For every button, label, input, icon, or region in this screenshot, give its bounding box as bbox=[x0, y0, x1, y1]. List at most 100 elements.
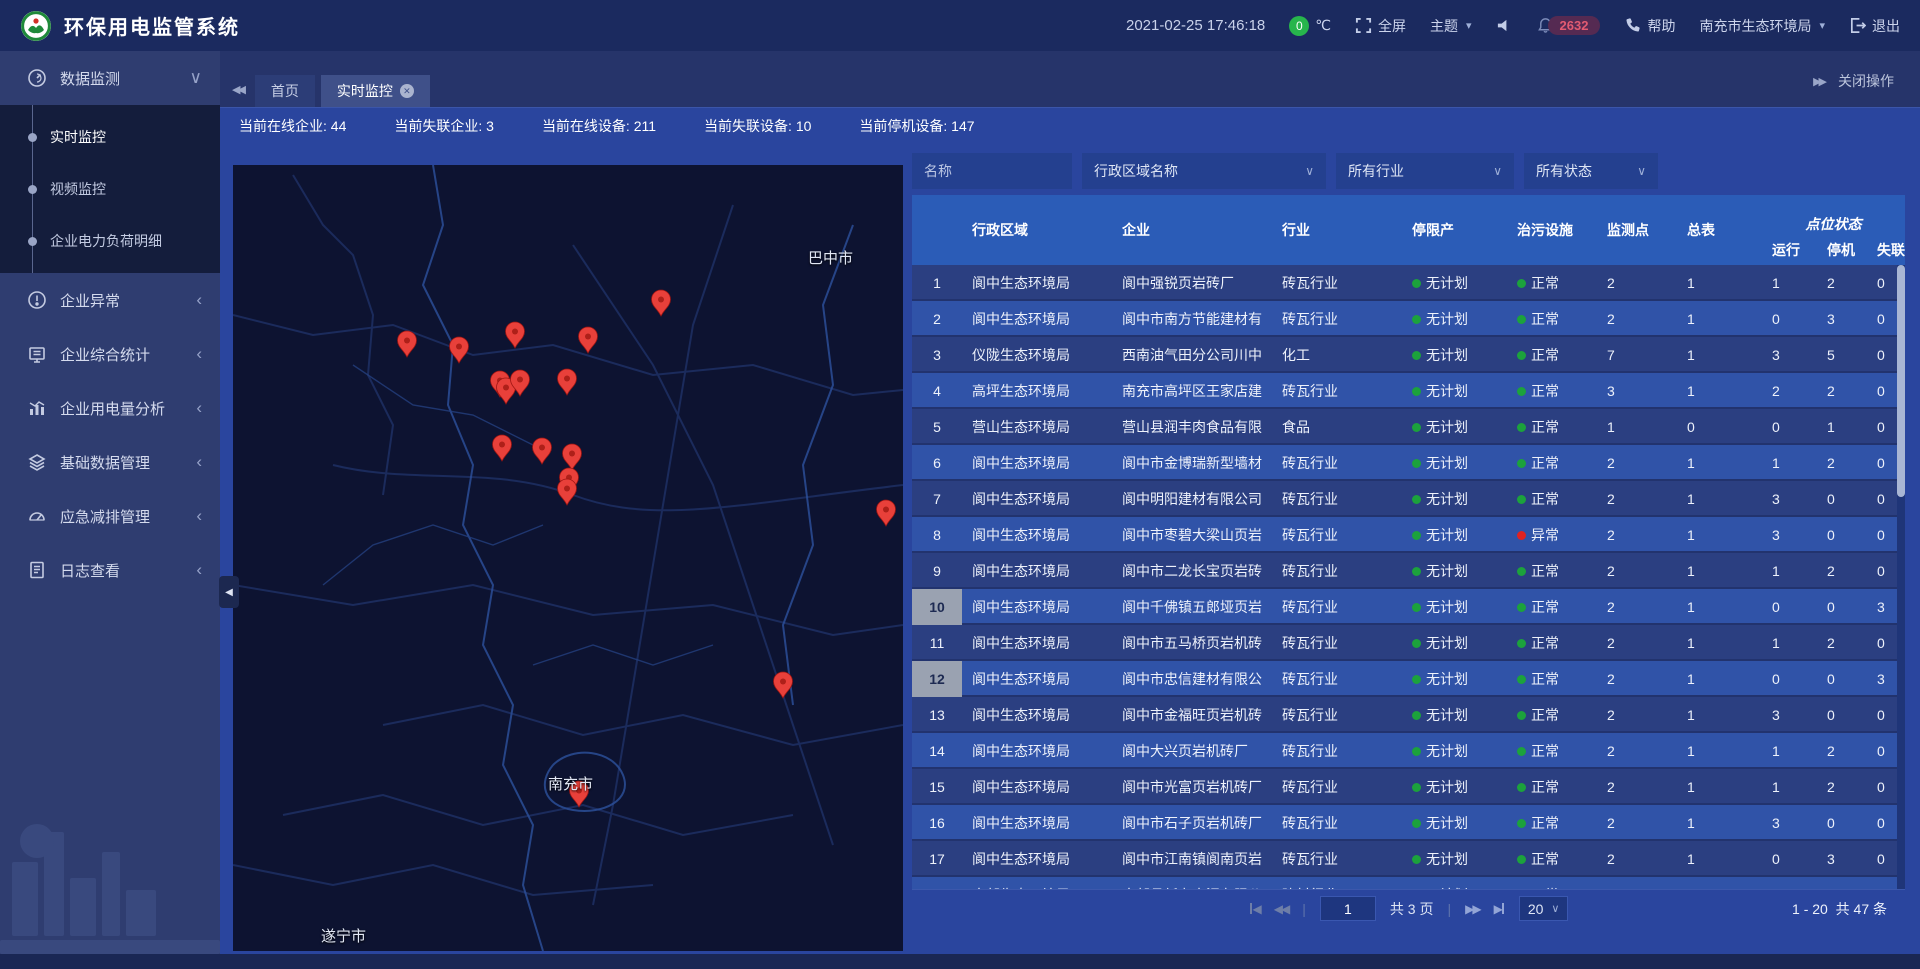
table-row[interactable]: 6 阆中生态环境局 阆中市金博瑞新型墙材 砖瓦行业 无计划 正常 2 1 1 2… bbox=[912, 445, 1905, 481]
close-operations-button[interactable]: ▶▶ 关闭操作 bbox=[1813, 71, 1894, 91]
region-select[interactable]: 行政区域名称∨ bbox=[1082, 153, 1326, 189]
map-pin-icon[interactable] bbox=[556, 478, 578, 506]
bullet-icon bbox=[28, 133, 37, 142]
table-row[interactable]: 8 阆中生态环境局 阆中市枣碧大梁山页岩 砖瓦行业 无计划 异常 2 1 3 0… bbox=[912, 517, 1905, 553]
cell-limit: 无计划 bbox=[1402, 525, 1507, 545]
first-page-button[interactable]: ◀ bbox=[1249, 902, 1260, 916]
table-scrollbar[interactable] bbox=[1897, 265, 1905, 889]
next-page-button[interactable]: ▶▶ bbox=[1465, 902, 1479, 916]
dial-icon bbox=[27, 506, 47, 526]
cell-industry: 砖瓦行业 bbox=[1272, 309, 1402, 329]
map-panel[interactable]: 巴中市南充市遂宁市 bbox=[233, 165, 903, 951]
sidebar-item-应急减排管理[interactable]: 应急减排管理 ‹ bbox=[0, 489, 220, 543]
map-pin-icon[interactable] bbox=[556, 368, 578, 396]
table-row[interactable]: 14 阆中生态环境局 阆中大兴页岩机砖厂 砖瓦行业 无计划 正常 2 1 1 2… bbox=[912, 733, 1905, 769]
map-pin-icon[interactable] bbox=[577, 326, 599, 354]
sidebar-subitem-实时监控[interactable]: 实时监控 bbox=[0, 111, 220, 163]
fullscreen-icon bbox=[1355, 17, 1372, 34]
map-pin-icon[interactable] bbox=[509, 369, 531, 397]
fullscreen-button[interactable]: 全屏 bbox=[1355, 16, 1406, 36]
filter-bar: 行政区域名称∨ 所有行业∨ 所有状态∨ bbox=[912, 153, 1905, 189]
tabs-scroll-left-icon[interactable]: ◀◀ bbox=[232, 83, 243, 96]
cell-facility: 正常 bbox=[1507, 705, 1597, 725]
industry-select[interactable]: 所有行业∨ bbox=[1336, 153, 1514, 189]
cell-limit: 无计划 bbox=[1402, 813, 1507, 833]
sidebar-item-日志查看[interactable]: 日志查看 ‹ bbox=[0, 543, 220, 597]
cell-region: 阆中生态环境局 bbox=[962, 633, 1112, 653]
notifications[interactable]: 2632 bbox=[1537, 16, 1601, 35]
table-row[interactable]: 1 阆中生态环境局 阆中强锐页岩砖厂 砖瓦行业 无计划 正常 2 1 1 2 0 bbox=[912, 265, 1905, 301]
table-row[interactable]: 5 营山生态环境局 营山县润丰肉食品有限 食品 无计划 正常 1 0 0 1 0 bbox=[912, 409, 1905, 445]
status-select[interactable]: 所有状态∨ bbox=[1524, 153, 1658, 189]
map-pin-icon[interactable] bbox=[772, 671, 794, 699]
table-row[interactable]: 12 阆中生态环境局 阆中市忠信建材有限公 砖瓦行业 无计划 正常 2 1 0 … bbox=[912, 661, 1905, 697]
sidebar-item-label: 企业用电量分析 bbox=[60, 398, 165, 419]
sidebar-item-企业异常[interactable]: 企业异常 ‹ bbox=[0, 273, 220, 327]
cell-region: 阆中生态环境局 bbox=[962, 273, 1112, 293]
theme-button[interactable]: 主题▾ bbox=[1430, 16, 1472, 36]
record-range-label: 1 - 20 共 47 条 bbox=[1792, 899, 1887, 919]
cell-company: 阆中市江南镇阆南页岩 bbox=[1112, 849, 1272, 869]
table-row[interactable]: 10 阆中生态环境局 阆中千佛镇五郎垭页岩 砖瓦行业 无计划 正常 2 1 0 … bbox=[912, 589, 1905, 625]
cell-points: 2 bbox=[1597, 491, 1677, 507]
map-pin-icon[interactable] bbox=[650, 289, 672, 317]
last-page-button[interactable]: ▶ bbox=[1494, 902, 1505, 916]
help-button[interactable]: 帮助 bbox=[1624, 16, 1675, 36]
sidebar-item-label: 企业综合统计 bbox=[60, 344, 150, 365]
sidebar-item-数据监测[interactable]: 数据监测 ∨ bbox=[0, 51, 220, 105]
table-row[interactable]: 15 阆中生态环境局 阆中市光富页岩机砖厂 砖瓦行业 无计划 正常 2 1 1 … bbox=[912, 769, 1905, 805]
table-row[interactable]: 3 仪陇生态环境局 西南油气田分公司川中 化工 无计划 正常 7 1 3 5 0 bbox=[912, 337, 1905, 373]
mute-button[interactable] bbox=[1496, 17, 1513, 34]
map-pin-icon[interactable] bbox=[531, 437, 553, 465]
table-row[interactable]: 17 阆中生态环境局 阆中市江南镇阆南页岩 砖瓦行业 无计划 正常 2 1 0 … bbox=[912, 841, 1905, 877]
sidebar-subitem-视频监控[interactable]: 视频监控 bbox=[0, 163, 220, 215]
status-dot-icon bbox=[1517, 351, 1526, 360]
cell-facility: 正常 bbox=[1507, 273, 1597, 293]
table-row[interactable]: 18 南部生态环境局 南部县新力水泥有限公 建材行业 无计划 正常 2 1 0 … bbox=[912, 877, 1905, 889]
cell-limit: 无计划 bbox=[1402, 381, 1507, 401]
app-logo-icon bbox=[20, 10, 52, 42]
map-pin-icon[interactable] bbox=[396, 330, 418, 358]
table-row[interactable]: 9 阆中生态环境局 阆中市二龙长宝页岩砖 砖瓦行业 无计划 正常 2 1 1 2… bbox=[912, 553, 1905, 589]
table-row[interactable]: 7 阆中生态环境局 阆中明阳建材有限公司 砖瓦行业 无计划 正常 2 1 3 0… bbox=[912, 481, 1905, 517]
cell-run: 0 bbox=[1762, 851, 1817, 867]
cell-stop: 2 bbox=[1817, 563, 1867, 579]
page-size-select[interactable]: 20∨ bbox=[1519, 896, 1569, 921]
chevron-down-icon: ▾ bbox=[1819, 19, 1825, 32]
cell-run: 3 bbox=[1762, 815, 1817, 831]
cell-facility: 正常 bbox=[1507, 633, 1597, 653]
cell-facility: 正常 bbox=[1507, 381, 1597, 401]
row-index: 9 bbox=[912, 553, 962, 589]
map-pin-icon[interactable] bbox=[504, 321, 526, 349]
tab-实时监控[interactable]: 实时监控✕ bbox=[321, 75, 430, 107]
table-row[interactable]: 16 阆中生态环境局 阆中市石子页岩机砖厂 砖瓦行业 无计划 正常 2 1 3 … bbox=[912, 805, 1905, 841]
name-search-input[interactable] bbox=[912, 153, 1072, 189]
tab-close-icon[interactable]: ✕ bbox=[400, 84, 414, 98]
logout-button[interactable]: 退出 bbox=[1849, 16, 1900, 36]
table-row[interactable]: 11 阆中生态环境局 阆中市五马桥页岩机砖 砖瓦行业 无计划 正常 2 1 1 … bbox=[912, 625, 1905, 661]
map-pin-icon[interactable] bbox=[491, 434, 513, 462]
table-row[interactable]: 2 阆中生态环境局 阆中市南方节能建材有 砖瓦行业 无计划 正常 2 1 0 3… bbox=[912, 301, 1905, 337]
cell-points: 2 bbox=[1597, 311, 1677, 327]
map-pin-icon[interactable] bbox=[448, 336, 470, 364]
sidebar-item-基础数据管理[interactable]: 基础数据管理 ‹ bbox=[0, 435, 220, 489]
chevron-down-icon: ∨ bbox=[1637, 164, 1646, 178]
tab-首页[interactable]: 首页 bbox=[255, 75, 315, 107]
cell-stop: 0 bbox=[1817, 707, 1867, 723]
status-dot-icon bbox=[1412, 423, 1421, 432]
sidebar-collapse-handle[interactable]: ◀ bbox=[219, 576, 239, 608]
prev-page-button[interactable]: ◀◀ bbox=[1274, 902, 1288, 916]
org-menu[interactable]: 南充市生态环境局▾ bbox=[1699, 16, 1825, 36]
page-number-input[interactable] bbox=[1320, 896, 1376, 921]
sidebar-subitem-企业电力负荷明细[interactable]: 企业电力负荷明细 bbox=[0, 215, 220, 267]
cityscape-watermark bbox=[0, 784, 220, 954]
map-pin-icon[interactable] bbox=[875, 499, 897, 527]
cell-facility: 正常 bbox=[1507, 849, 1597, 869]
cell-facility: 正常 bbox=[1507, 309, 1597, 329]
cell-region: 阆中生态环境局 bbox=[962, 669, 1112, 689]
sidebar-item-企业综合统计[interactable]: 企业综合统计 ‹ bbox=[0, 327, 220, 381]
table-row[interactable]: 13 阆中生态环境局 阆中市金福旺页岩机砖 砖瓦行业 无计划 正常 2 1 3 … bbox=[912, 697, 1905, 733]
table-row[interactable]: 4 高坪生态环境局 南充市高坪区王家店建 砖瓦行业 无计划 正常 3 1 2 2… bbox=[912, 373, 1905, 409]
sidebar-item-企业用电量分析[interactable]: 企业用电量分析 ‹ bbox=[0, 381, 220, 435]
cell-limit: 无计划 bbox=[1402, 597, 1507, 617]
